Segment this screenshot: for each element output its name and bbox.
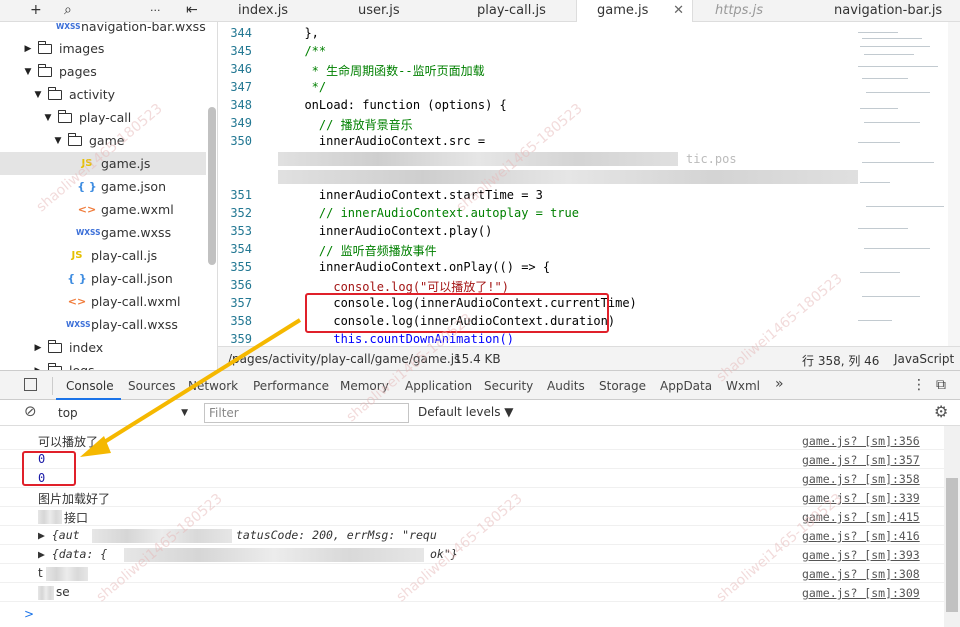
arrow-shaft xyxy=(96,318,302,448)
annotation-arrow xyxy=(80,318,302,457)
